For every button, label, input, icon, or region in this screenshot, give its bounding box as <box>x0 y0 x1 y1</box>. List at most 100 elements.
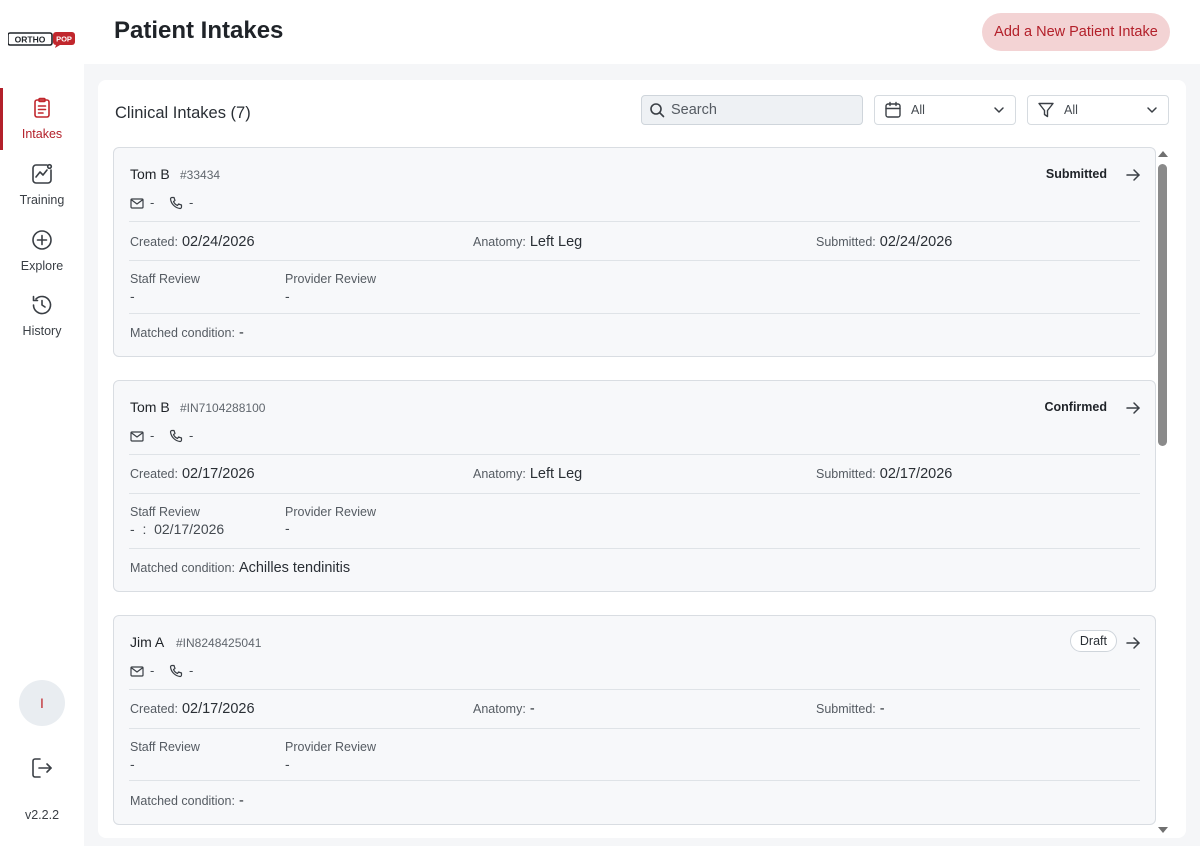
intake-card[interactable]: Tom B #33434 Submitted - - Created: 02/24… <box>113 147 1156 357</box>
status-badge: Confirmed <box>1044 400 1108 414</box>
phone-icon <box>169 664 183 677</box>
sidebar: ORTHO POP Intakes Training Explore Histo… <box>0 0 84 846</box>
panel-title: Clinical Intakes (7) <box>115 104 251 122</box>
intake-card[interactable]: Tom B #IN7104288100 Confirmed - - Create… <box>113 380 1156 592</box>
calendar-icon <box>885 101 901 118</box>
matched-condition-value: Achilles tendinitis <box>238 560 351 576</box>
arrow-right-icon[interactable] <box>1125 167 1141 183</box>
clipboard-icon <box>34 97 50 118</box>
created-field: Created: 02/24/2026 <box>130 234 255 250</box>
submitted-field: Submitted: 02/17/2026 <box>816 466 952 482</box>
avatar-initial: I <box>40 695 44 711</box>
version-label: v2.2.2 <box>24 808 60 822</box>
phone-icon <box>169 429 183 442</box>
add-patient-intake-button[interactable]: Add a New Patient Intake <box>982 13 1170 51</box>
email-contact: - <box>130 428 154 443</box>
anatomy-value: Left Leg <box>529 234 583 250</box>
divider <box>129 548 1140 549</box>
anatomy-label: Anatomy: <box>473 467 526 481</box>
anatomy-field: Anatomy: Left Leg <box>473 234 582 250</box>
provider-review-label: Provider Review <box>285 272 377 286</box>
plus-circle-icon <box>32 230 52 250</box>
logout-icon[interactable] <box>30 756 54 780</box>
submitted-field: Submitted: - <box>816 701 885 717</box>
divider <box>129 260 1140 261</box>
search-box[interactable] <box>641 95 863 125</box>
anatomy-value: Left Leg <box>529 466 583 482</box>
scroll-down-arrow-icon[interactable] <box>1158 827 1168 833</box>
email-value: - <box>150 663 155 678</box>
intake-id: #33434 <box>180 168 221 182</box>
provider-review-value: - <box>285 756 290 772</box>
sidebar-item-label: Training <box>19 193 65 207</box>
matched-condition-label: Matched condition: <box>130 561 235 575</box>
anatomy-label: Anatomy: <box>473 235 526 249</box>
anatomy-field: Anatomy: - <box>473 701 535 717</box>
patient-name: Tom B <box>130 399 170 415</box>
matched-condition-value: - <box>238 793 244 809</box>
sidebar-item-training[interactable]: Training <box>0 162 84 224</box>
provider-review-value: - <box>285 288 290 304</box>
orthopop-logo[interactable]: ORTHO POP <box>8 29 76 49</box>
avatar[interactable]: I <box>19 680 65 726</box>
email-contact: - <box>130 663 154 678</box>
intake-id: #IN7104288100 <box>180 401 266 415</box>
phone-value: - <box>189 428 194 443</box>
created-value: 02/24/2026 <box>181 234 255 250</box>
history-icon <box>32 295 52 315</box>
matched-condition-field: Matched condition: - <box>130 793 244 809</box>
matched-condition-label: Matched condition: <box>130 326 235 340</box>
phone-contact: - <box>169 428 193 443</box>
staff-review-label: Staff Review <box>130 740 200 754</box>
created-field: Created: 02/17/2026 <box>130 701 255 717</box>
divider <box>129 221 1140 222</box>
submitted-value: 02/24/2026 <box>879 234 953 250</box>
submitted-field: Submitted: 02/24/2026 <box>816 234 952 250</box>
date-filter-select[interactable]: All <box>874 95 1016 125</box>
submitted-label: Submitted: <box>816 702 876 716</box>
filter-icon <box>1038 102 1054 118</box>
arrow-right-icon[interactable] <box>1125 635 1141 651</box>
intakes-panel: Clinical Intakes (7) All All Tom <box>98 80 1186 838</box>
anatomy-field: Anatomy: Left Leg <box>473 466 582 482</box>
arrow-right-icon[interactable] <box>1125 400 1141 416</box>
sidebar-item-history[interactable]: History <box>0 293 84 355</box>
staff-review-value: - <box>130 288 135 304</box>
staff-review-value: - <box>130 756 135 772</box>
submitted-label: Submitted: <box>816 235 876 249</box>
scroll-up-arrow-icon[interactable] <box>1158 151 1168 157</box>
scrollbar-thumb[interactable] <box>1158 164 1167 446</box>
matched-condition-field: Matched condition: Achilles tendinitis <box>130 560 350 576</box>
mail-icon <box>130 430 144 442</box>
staff-review-label: Staff Review <box>130 272 200 286</box>
submitted-value: 02/17/2026 <box>879 466 953 482</box>
chart-icon <box>32 163 53 184</box>
phone-value: - <box>189 663 194 678</box>
chevron-down-icon <box>1147 107 1157 113</box>
mail-icon <box>130 197 144 209</box>
status-filter-select[interactable]: All <box>1027 95 1169 125</box>
created-label: Created: <box>130 467 178 481</box>
divider <box>129 493 1140 494</box>
phone-contact: - <box>169 195 193 210</box>
staff-review-value: - : 02/17/2026 <box>130 521 225 537</box>
sidebar-item-label: Explore <box>20 259 64 273</box>
divider <box>129 313 1140 314</box>
sidebar-item-intakes[interactable]: Intakes <box>0 88 84 150</box>
created-label: Created: <box>130 702 178 716</box>
divider <box>129 728 1140 729</box>
sidebar-item-explore[interactable]: Explore <box>0 228 84 290</box>
submitted-value: - <box>879 701 885 717</box>
search-icon <box>650 103 665 118</box>
provider-review-label: Provider Review <box>285 740 377 754</box>
phone-icon <box>169 196 183 209</box>
patient-name: Tom B <box>130 166 170 182</box>
intake-card[interactable]: Jim A #IN8248425041 Draft - - Created: 02… <box>113 615 1156 825</box>
email-value: - <box>150 428 155 443</box>
provider-review-value: - <box>285 520 290 536</box>
matched-condition-value: - <box>238 325 244 341</box>
search-input[interactable] <box>671 102 851 118</box>
intake-id: #IN8248425041 <box>176 636 262 650</box>
sidebar-item-label: Intakes <box>21 127 63 141</box>
anatomy-value: - <box>529 701 535 717</box>
